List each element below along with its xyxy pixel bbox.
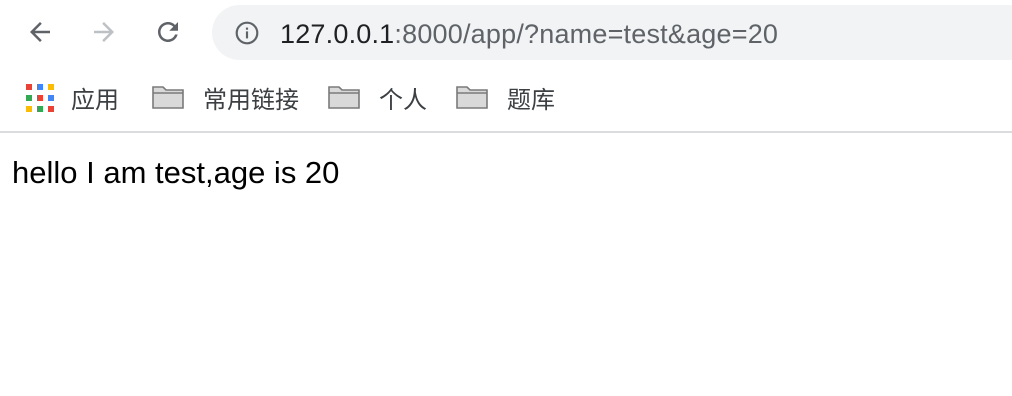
folder-icon <box>456 86 488 109</box>
bookmark-label: 常用链接 <box>203 86 299 114</box>
bookmark-apps[interactable]: 应用 <box>25 80 119 114</box>
arrow-left-icon <box>30 22 50 42</box>
bookmark-label: 题库 <box>507 86 555 114</box>
bookmarks-bar: 应用 常用链接 个人 题库 <box>0 64 1012 132</box>
toolbar-divider <box>0 131 1012 133</box>
back-button[interactable] <box>20 12 60 52</box>
folder-icon <box>328 86 360 109</box>
page-body-text: hello I am test,age is 20 <box>12 155 340 190</box>
url-host: 127.0.0.1 <box>280 19 395 49</box>
browser-toolbar: 127.0.0.1:8000/app/?name=test&age=20 <box>0 0 1012 64</box>
bookmark-label: 个人 <box>379 86 427 114</box>
info-icon[interactable] <box>234 20 260 46</box>
bookmark-folder-personal[interactable]: 个人 <box>327 80 427 114</box>
folder-icon <box>152 86 184 109</box>
bookmark-label: 应用 <box>71 86 119 114</box>
forward-button[interactable] <box>84 12 124 52</box>
bookmark-folder-question-bank[interactable]: 题库 <box>455 80 555 114</box>
reload-icon <box>158 22 178 42</box>
url-text[interactable]: 127.0.0.1:8000/app/?name=test&age=20 <box>280 19 778 49</box>
url-path: :8000/app/?name=test&age=20 <box>394 19 779 49</box>
reload-button[interactable] <box>148 12 188 52</box>
arrow-right-icon <box>94 22 114 42</box>
apps-grid-icon <box>25 83 54 112</box>
bookmark-folder-common-links[interactable]: 常用链接 <box>151 80 299 114</box>
address-bar[interactable]: 127.0.0.1:8000/app/?name=test&age=20 <box>212 5 1012 60</box>
